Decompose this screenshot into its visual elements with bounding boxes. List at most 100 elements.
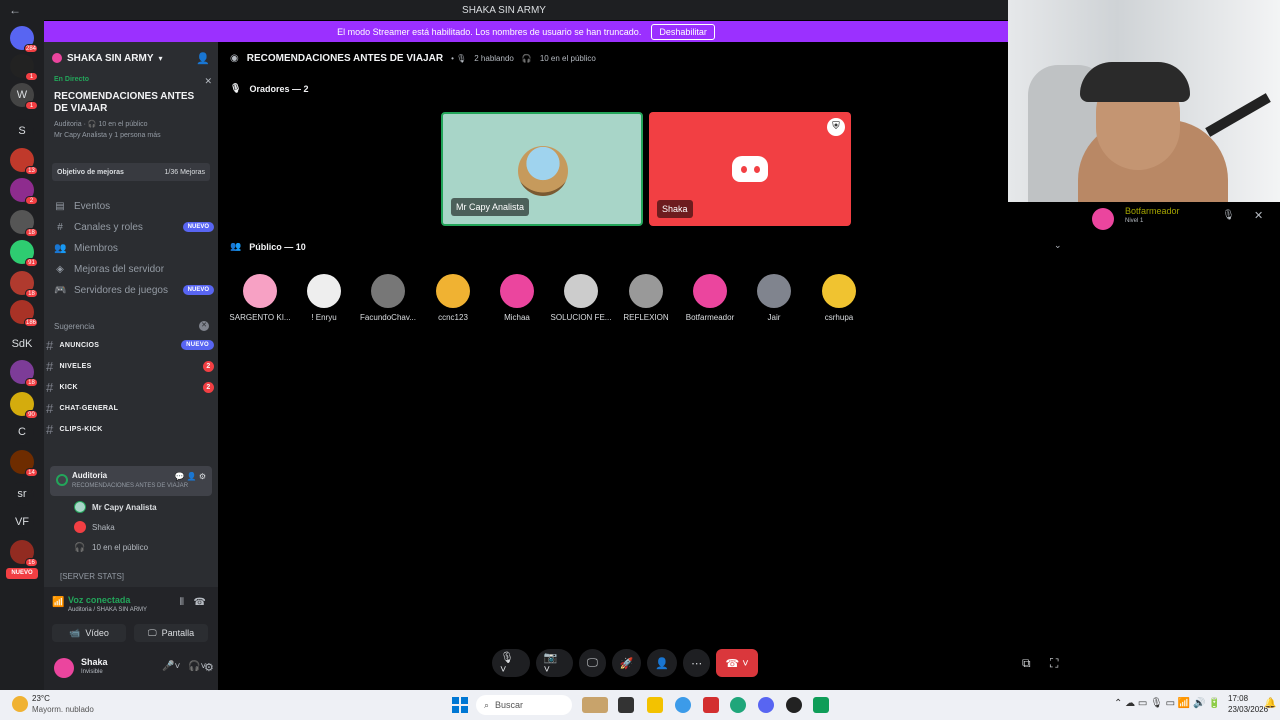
text-channel[interactable]: # CHAT-GENERAL [46,398,214,418]
stage-member[interactable]: Shaka [74,518,115,536]
unread-badge: 13 [25,166,38,175]
server-icon[interactable]: 18 [10,210,38,237]
wps-icon[interactable] [703,697,719,713]
voice-status[interactable]: Voz conectada [68,595,130,605]
audience-name: Jair [767,313,781,322]
screen-share-icon[interactable]: 🖵 [579,649,606,677]
invite-icon[interactable]: 👤 [647,649,678,677]
stage-actions-icon[interactable]: 💬 👤 ⚙ [174,472,206,481]
audience-count[interactable]: 🎧 10 en el público [74,538,148,556]
server-icon[interactable]: S [10,119,34,143]
server-icon[interactable]: 91 [10,240,38,267]
audience-member[interactable]: Jair [742,271,806,329]
server-label: W [16,89,28,101]
audience-name: SOLUCION FE... [550,313,612,322]
audience-member[interactable]: SOLUCION FE... [549,271,613,329]
file-explorer-icon[interactable] [647,697,663,713]
close-icon[interactable]: ✕ [1254,209,1263,222]
pop-out-icon[interactable]: ⧉ [1022,656,1031,671]
avatar [436,274,470,308]
server-icon[interactable]: VF [10,510,34,534]
chevron-down-icon[interactable]: ⌄ [1054,240,1062,251]
edge-icon[interactable] [730,697,746,713]
system-tray-icons[interactable]: ⌃ ☁ ▭ 🎙 ▭ 📶 🔊 🔋 [1114,698,1221,709]
nav-item[interactable]: ◈ Mejoras del servidor [54,259,214,279]
audience-member[interactable]: Botfarmeador [678,271,742,329]
audience-member[interactable]: csrhupa [807,271,871,329]
server-icon[interactable]: 284 [10,26,38,53]
screen-share-button[interactable]: 🖵 Pantalla [134,624,208,642]
server-icon[interactable]: C [10,420,34,444]
server-icon[interactable]: 14 [10,450,38,477]
new-badge: NUEVO [181,340,214,350]
text-channel[interactable]: # ANUNCIOS NUEVO [46,335,214,355]
server-stats-category[interactable]: [SERVER STATS] [60,572,124,581]
server-icon[interactable]: sr [10,482,34,506]
audience-member[interactable]: REFLEXION [614,271,678,329]
chrome-icon[interactable] [786,697,802,713]
add-member-icon[interactable]: 👤 [196,52,210,65]
stage-member[interactable]: Mr Capy Analista [74,498,157,516]
weather-icon[interactable] [12,696,28,712]
server-icon[interactable]: 2 [10,178,38,205]
notification-icon[interactable]: 🔔 [1264,698,1276,709]
invite-to-speak-icon[interactable]: 🎙 [1222,210,1235,221]
settings-gear-icon[interactable]: ⚙ [204,661,214,674]
server-icon[interactable]: W1 [10,83,38,110]
server-icon[interactable]: 18 [10,360,38,387]
microphone-icon[interactable]: 🎤˅ [162,661,180,672]
channel-label: ANUNCIOS [59,341,100,349]
text-channel[interactable]: # KICK 2 [46,377,214,397]
copilot-icon[interactable] [675,697,691,713]
fullscreen-icon[interactable]: ⛶ [1050,656,1058,671]
speaker-tile[interactable]: Mr Capy Analista [441,112,643,226]
nav-item[interactable]: 🎮 Servidores de juegos NUEVO [54,280,214,300]
server-icon[interactable]: 18 [10,271,38,298]
more-icon[interactable]: ⋯ [683,649,711,677]
audience-member[interactable]: SARGENTO KI... [228,271,292,329]
close-icon[interactable]: ✕ [204,76,212,87]
stage-channel-auditoria[interactable]: Auditoria RECOMENDACIONES ANTES DE VIAJA… [50,466,212,496]
disconnect-icon[interactable]: ☎ [194,597,206,608]
speaker-name: Shaka [657,200,693,218]
text-channel[interactable]: # CLIPS-KICK [46,419,214,439]
task-view-icon[interactable] [618,697,634,713]
user-avatar[interactable] [54,658,74,678]
nav-item[interactable]: ▤ Eventos [54,196,214,216]
activities-icon[interactable]: 🚀 [611,649,642,677]
member-name: Shaka [92,522,115,532]
start-button-icon[interactable] [452,697,468,713]
microphone-button[interactable]: 🎙 ˅ [492,649,530,677]
nav-item[interactable]: # Canales y roles NUEVO [54,217,214,237]
audience-member[interactable]: FacundoChav... [356,271,420,329]
boost-goal[interactable]: Objetivo de mejoras 1/36 Mejoras [52,163,210,181]
server-icon [52,53,62,63]
camera-off-button[interactable]: 📷 ˅ [535,649,574,677]
noise-suppression-icon[interactable]: ⦀ [180,597,184,608]
video-button[interactable]: 📹 Vídeo [52,624,126,642]
server-icon[interactable]: 1 [10,54,38,81]
speaker-tile[interactable]: ⛨ Shaka [649,112,851,226]
server-icon[interactable]: 13 [10,148,38,175]
taskbar-search[interactable]: ⌕ Buscar [476,695,572,715]
leave-stage-button[interactable]: ☎ ˅ [716,649,758,677]
search-highlight-icon[interactable] [582,697,608,713]
audience-member[interactable]: ccnc123 [421,271,485,329]
channel-label: CHAT-GENERAL [59,404,119,412]
server-icon[interactable]: SdK [10,332,34,356]
text-channel[interactable]: # NIVELES 2 [46,356,214,376]
server-icon[interactable]: 16 [10,540,38,567]
sheets-icon[interactable] [813,697,829,713]
disable-streamer-button[interactable]: Deshabilitar [651,23,715,40]
logo-eye [740,165,747,173]
audience-header-label: Público — 10 [249,241,306,252]
audience-member[interactable]: Michaa [485,271,549,329]
server-header[interactable]: SHAKA SIN ARMY ▾ 👤 [44,42,218,74]
audience-member[interactable]: ! Enryu [292,271,356,329]
panel-user-name[interactable]: Botfarmeador [1125,206,1180,216]
dismiss-icon[interactable]: ✕ [199,321,209,331]
server-icon[interactable]: 90 [10,392,38,419]
discord-taskbar-icon[interactable] [758,697,774,713]
server-icon[interactable]: 186 [10,300,38,327]
nav-item[interactable]: 👥 Miembros [54,238,214,258]
